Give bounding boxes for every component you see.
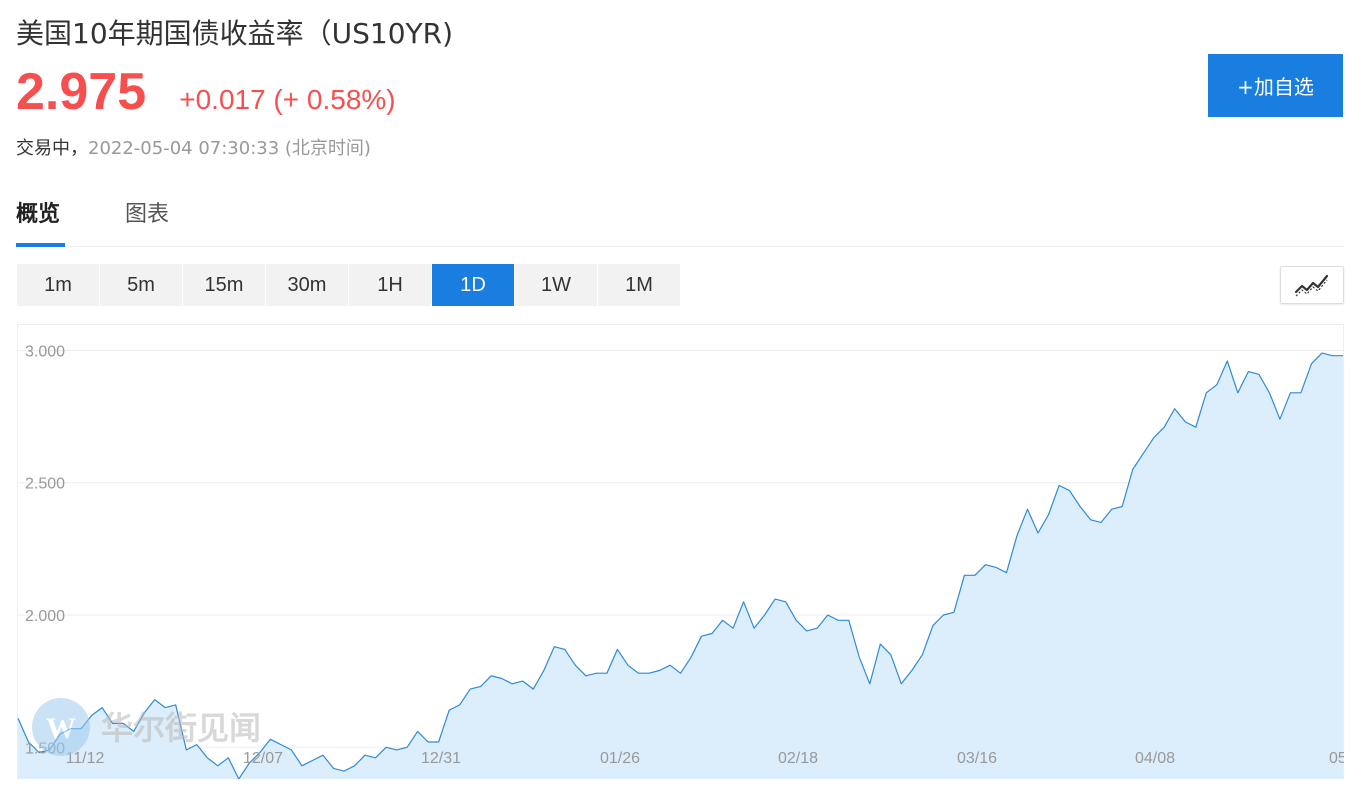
watermark-text: 华尔街见闻 <box>101 709 261 747</box>
yield-chart[interactable]: 3.0002.5002.0001.500 11/1212/0712/3101/2… <box>17 324 1344 779</box>
y-tick-label: 2.500 <box>25 476 65 493</box>
period-1w[interactable]: 1W <box>515 264 597 306</box>
tab-chart[interactable]: 图表 <box>125 196 169 244</box>
x-tick-label: 12/07 <box>243 750 283 767</box>
period-1mo[interactable]: 1M <box>598 264 680 306</box>
status-row: 交易中，2022-05-04 07:30:33 (北京时间) <box>16 134 371 160</box>
x-tick-label: 03/16 <box>957 750 997 767</box>
x-tick-label: 01/26 <box>600 750 640 767</box>
chart-area: 3.0002.5002.0001.500 11/1212/0712/3101/2… <box>17 324 1344 779</box>
x-tick-label: 05/0 <box>1329 750 1344 767</box>
page-title: 美国10年期国债收益率（US10YR) <box>16 17 454 50</box>
tab-bar: 概览 图表 <box>16 196 1344 247</box>
x-tick-label: 04/08 <box>1135 750 1175 767</box>
x-tick-label: 12/31 <box>421 750 461 767</box>
active-tab-indicator <box>16 243 65 247</box>
chart-type-button[interactable] <box>1280 266 1344 304</box>
add-watchlist-button[interactable]: +加自选 <box>1208 54 1343 117</box>
y-tick-label: 3.000 <box>25 343 65 360</box>
current-price: 2.975 <box>16 63 147 121</box>
price-row: 2.975 +0.017 (+ 0.58%) <box>16 62 396 128</box>
period-selector: 1m 5m 15m 30m 1H 1D 1W 1M <box>17 264 681 306</box>
watermark-letter: W <box>46 712 76 745</box>
y-tick-label: 2.000 <box>25 608 65 625</box>
timezone-label: (北京时间) <box>284 138 371 159</box>
period-5m[interactable]: 5m <box>100 264 182 306</box>
tab-overview[interactable]: 概览 <box>16 196 60 244</box>
period-1m[interactable]: 1m <box>17 264 99 306</box>
period-1h[interactable]: 1H <box>349 264 431 306</box>
period-15m[interactable]: 15m <box>183 264 265 306</box>
period-1d[interactable]: 1D <box>432 264 514 306</box>
price-change: +0.017 (+ 0.58%) <box>179 84 396 115</box>
x-tick-label: 02/18 <box>778 750 818 767</box>
page: 美国10年期国债收益率（US10YR) 2.975 +0.017 (+ 0.58… <box>0 0 1361 786</box>
timestamp: 2022-05-04 07:30:33 <box>88 138 280 159</box>
trading-status: 交易中， <box>16 138 88 159</box>
line-chart-icon <box>1294 274 1329 297</box>
period-30m[interactable]: 30m <box>266 264 348 306</box>
